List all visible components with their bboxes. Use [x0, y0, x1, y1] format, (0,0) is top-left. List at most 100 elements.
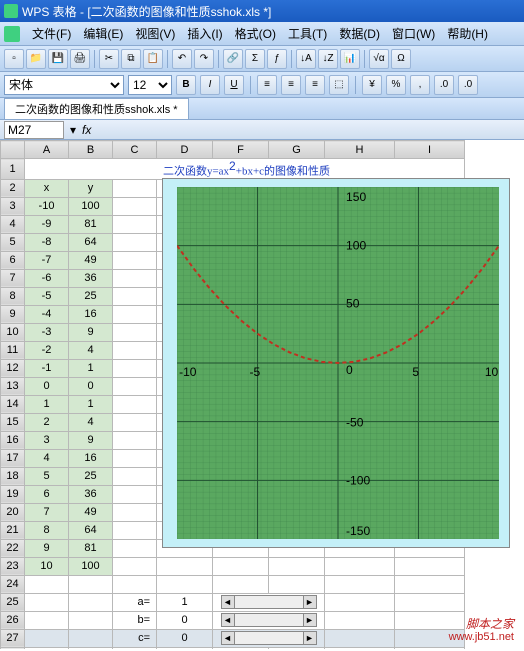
x-cell[interactable]: 3: [25, 431, 69, 449]
row-header-4[interactable]: 4: [1, 215, 25, 233]
row-header-3[interactable]: 3: [1, 197, 25, 215]
cell[interactable]: [113, 215, 157, 233]
cell[interactable]: [213, 575, 269, 593]
menu-format[interactable]: 格式(O): [229, 23, 282, 44]
row-header-2[interactable]: 2: [1, 179, 25, 197]
col-header-B[interactable]: B: [69, 141, 113, 159]
cell[interactable]: [213, 647, 269, 649]
cell[interactable]: [395, 557, 465, 575]
x-cell[interactable]: -8: [25, 233, 69, 251]
menu-tools[interactable]: 工具(T): [282, 23, 333, 44]
align-right-button[interactable]: ≡: [305, 75, 325, 95]
cell[interactable]: [113, 305, 157, 323]
col-header-H[interactable]: H: [325, 141, 395, 159]
x-cell[interactable]: -2: [25, 341, 69, 359]
y-cell[interactable]: 1: [69, 359, 113, 377]
symbol-button[interactable]: Ω: [391, 49, 411, 69]
row-header-15[interactable]: 15: [1, 413, 25, 431]
row-header-9[interactable]: 9: [1, 305, 25, 323]
row-header-7[interactable]: 7: [1, 269, 25, 287]
cell[interactable]: [269, 575, 325, 593]
param-label[interactable]: b=: [113, 611, 157, 629]
row-header-23[interactable]: 23: [1, 557, 25, 575]
document-tab[interactable]: 二次函数的图像和性质sshok.xls *: [4, 98, 189, 119]
menu-help[interactable]: 帮助(H): [441, 23, 494, 44]
cell[interactable]: [113, 377, 157, 395]
x-cell[interactable]: 1: [25, 395, 69, 413]
row-header-12[interactable]: 12: [1, 359, 25, 377]
cell[interactable]: [113, 503, 157, 521]
cell[interactable]: [325, 629, 395, 647]
y-cell[interactable]: 64: [69, 521, 113, 539]
x-cell[interactable]: -5: [25, 287, 69, 305]
cell[interactable]: [325, 557, 395, 575]
cell[interactable]: [395, 593, 465, 611]
menu-view[interactable]: 视图(V): [129, 23, 181, 44]
row-header-21[interactable]: 21: [1, 521, 25, 539]
y-cell[interactable]: 64: [69, 233, 113, 251]
currency-button[interactable]: ¥: [362, 75, 382, 95]
y-cell[interactable]: 25: [69, 287, 113, 305]
row-header-8[interactable]: 8: [1, 287, 25, 305]
row-header-16[interactable]: 16: [1, 431, 25, 449]
cell[interactable]: [69, 593, 113, 611]
y-cell[interactable]: 25: [69, 467, 113, 485]
col-header-I[interactable]: I: [395, 141, 465, 159]
cell[interactable]: [25, 575, 69, 593]
cell[interactable]: [69, 629, 113, 647]
sort-asc-button[interactable]: ↓A: [296, 49, 316, 69]
merge-button[interactable]: ⬚: [329, 75, 349, 95]
cell[interactable]: [157, 575, 213, 593]
comma-button[interactable]: ,: [410, 75, 430, 95]
row-header-5[interactable]: 5: [1, 233, 25, 251]
cell[interactable]: [69, 611, 113, 629]
x-cell[interactable]: 10: [25, 557, 69, 575]
inc-decimal-button[interactable]: .0: [434, 75, 454, 95]
menu-insert[interactable]: 插入(I): [181, 23, 228, 44]
cell[interactable]: [113, 251, 157, 269]
dec-decimal-button[interactable]: .0: [458, 75, 478, 95]
row-header-18[interactable]: 18: [1, 467, 25, 485]
cell[interactable]: [325, 647, 395, 649]
cell[interactable]: [395, 647, 465, 649]
row-header-27[interactable]: 27: [1, 629, 25, 647]
param-value[interactable]: 1: [157, 593, 213, 611]
undo-button[interactable]: ↶: [172, 49, 192, 69]
row-header-13[interactable]: 13: [1, 377, 25, 395]
cell[interactable]: [113, 359, 157, 377]
chart-title-cell[interactable]: 二次函数y=ax2+bx+c的图像和性质: [25, 159, 465, 180]
spreadsheet-grid[interactable]: ABCDFGHI1二次函数y=ax2+bx+c的图像和性质2xy3-101004…: [0, 140, 524, 649]
x-cell[interactable]: 6: [25, 485, 69, 503]
row-header-10[interactable]: 10: [1, 323, 25, 341]
cell[interactable]: [269, 557, 325, 575]
param-value[interactable]: 0: [157, 629, 213, 647]
sort-desc-button[interactable]: ↓Z: [318, 49, 338, 69]
sum-button[interactable]: Σ: [245, 49, 265, 69]
param-slider[interactable]: ◄►: [213, 593, 325, 611]
cell[interactable]: [113, 557, 157, 575]
y-cell[interactable]: 100: [69, 557, 113, 575]
x-cell[interactable]: -6: [25, 269, 69, 287]
y-cell[interactable]: 36: [69, 269, 113, 287]
cell[interactable]: [325, 611, 395, 629]
x-cell[interactable]: 4: [25, 449, 69, 467]
cell[interactable]: [325, 593, 395, 611]
x-cell[interactable]: -7: [25, 251, 69, 269]
cell[interactable]: [25, 629, 69, 647]
y-cell[interactable]: 16: [69, 305, 113, 323]
cell[interactable]: [113, 233, 157, 251]
y-cell[interactable]: 4: [69, 341, 113, 359]
cell[interactable]: [113, 521, 157, 539]
param-label[interactable]: c=: [113, 629, 157, 647]
cell[interactable]: [113, 269, 157, 287]
row-header-26[interactable]: 26: [1, 611, 25, 629]
fx-dropdown-icon[interactable]: ▾: [70, 123, 76, 137]
select-all-corner[interactable]: [1, 141, 25, 159]
name-box[interactable]: M27: [4, 121, 64, 139]
cell[interactable]: [113, 539, 157, 557]
cell[interactable]: [113, 467, 157, 485]
cell[interactable]: [25, 593, 69, 611]
equation-button[interactable]: √α: [369, 49, 389, 69]
x-header[interactable]: x: [25, 179, 69, 197]
x-cell[interactable]: 8: [25, 521, 69, 539]
